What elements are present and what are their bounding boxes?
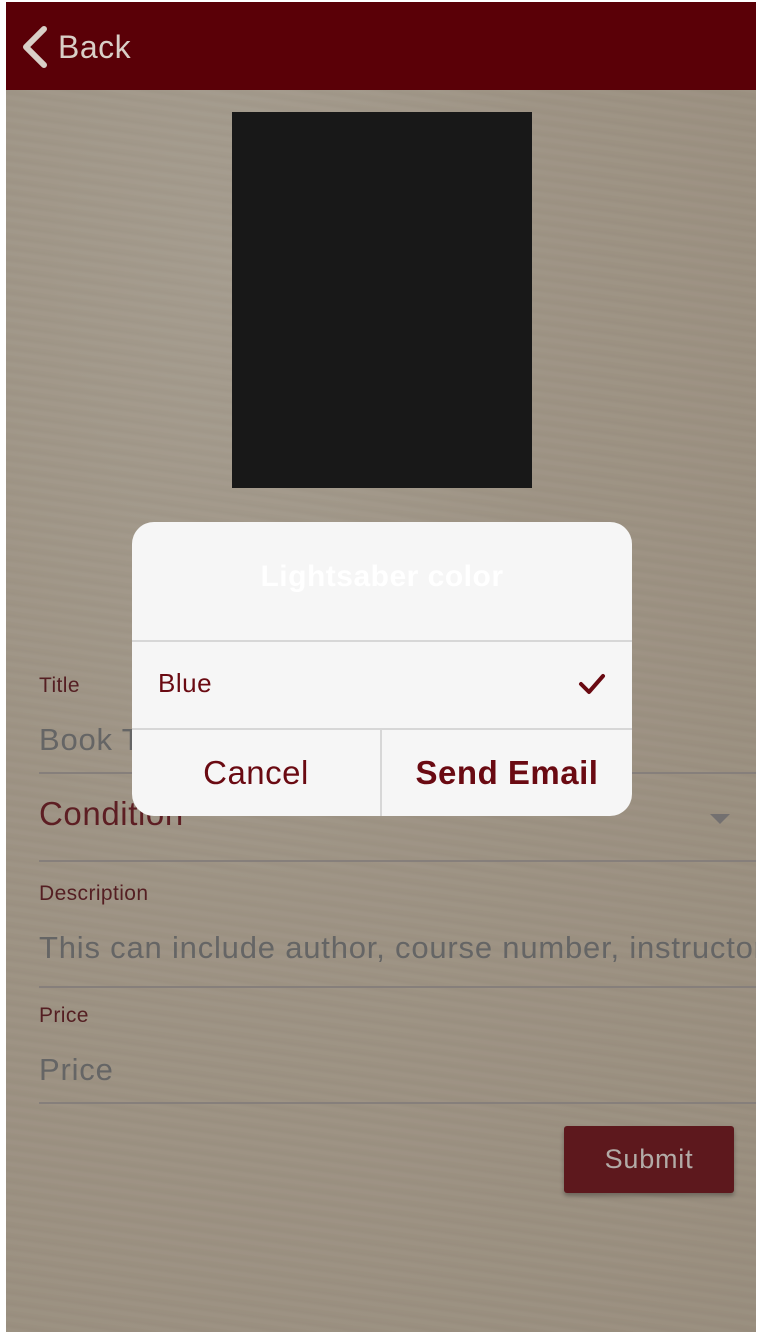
option-blue[interactable]: Blue xyxy=(132,642,632,728)
dialog-title: Lightsaber color xyxy=(260,560,504,593)
option-label: Blue xyxy=(158,668,213,698)
send-email-button[interactable]: Send Email xyxy=(382,730,632,816)
back-button[interactable]: Back xyxy=(20,22,131,72)
app-screen: Back Title Condition Description Price S… xyxy=(6,2,756,1332)
cancel-button[interactable]: Cancel xyxy=(132,730,380,816)
nav-header: Back xyxy=(6,2,756,90)
checkmark-icon xyxy=(578,672,606,701)
chevron-left-icon xyxy=(20,25,48,69)
lightsaber-color-dialog: Lightsaber color Blue Cancel Send Email xyxy=(132,522,632,816)
back-label: Back xyxy=(58,28,132,65)
